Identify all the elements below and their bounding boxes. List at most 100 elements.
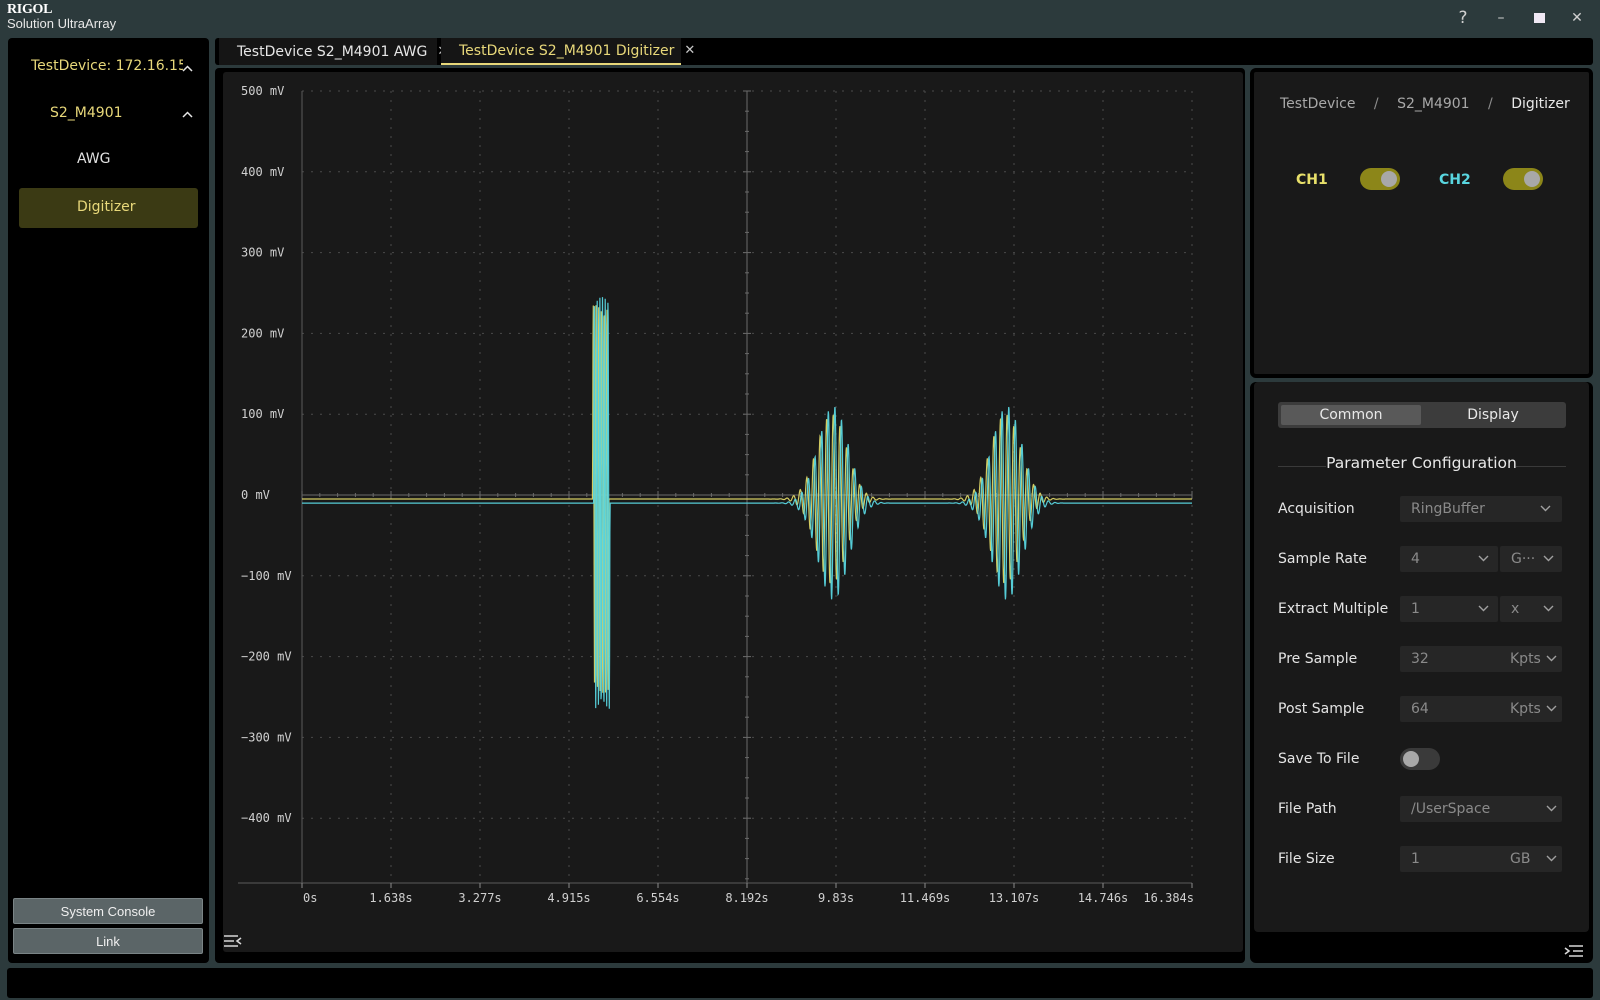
param-save-to-file: Save To File <box>1278 746 1568 772</box>
config-tabs: Common Display <box>1278 402 1566 428</box>
chevron-up-icon[interactable] <box>180 61 194 75</box>
file-size-input[interactable]: 1 GB <box>1400 846 1562 872</box>
breadcrumb-current: Digitizer <box>1511 96 1570 112</box>
app-brand: RIGOL Solution UltraArray <box>7 3 116 31</box>
field-value: 32 <box>1411 651 1429 667</box>
chevron-down-icon <box>1543 605 1554 612</box>
sidebar: TestDevice: 172.16.152 S2_M4901 AWG Digi… <box>8 38 209 963</box>
tab-awg[interactable]: TestDevice S2_M4901 AWG ✕ <box>219 38 448 65</box>
tab-display[interactable]: Display <box>1423 405 1563 425</box>
chevron-down-icon[interactable] <box>1546 705 1557 712</box>
sidebar-item-label: Digitizer <box>77 199 136 215</box>
sidebar-item-label: AWG <box>77 151 111 167</box>
param-pre-sample: Pre Sample 32 Kpts <box>1278 646 1568 672</box>
param-extract-multiple: Extract Multiple 1 x <box>1278 596 1568 622</box>
tab-digitizer[interactable]: TestDevice S2_M4901 Digitizer ✕ <box>441 38 695 65</box>
tab-label: TestDevice S2_M4901 AWG <box>237 43 428 60</box>
ch2-toggle[interactable] <box>1503 168 1543 190</box>
param-file-path: File Path /UserSpace <box>1278 796 1568 822</box>
x-tick-label: 8.192s <box>725 891 768 905</box>
field-unit: Kpts <box>1510 701 1541 717</box>
param-label: File Path <box>1278 801 1337 817</box>
param-label: File Size <box>1278 851 1335 867</box>
x-tick-label: 1.638s <box>369 891 412 905</box>
collapse-menu-icon[interactable] <box>223 933 243 949</box>
ch2-label: CH2 <box>1439 172 1471 188</box>
field-unit: Kpts <box>1510 651 1541 667</box>
param-acquisition: Acquisition RingBuffer <box>1278 496 1568 522</box>
sidebar-module-node[interactable]: S2_M4901 <box>8 98 209 128</box>
extract-multiple-unit-select[interactable]: x <box>1500 596 1562 622</box>
param-label: Sample Rate <box>1278 551 1368 567</box>
y-tick-label: −200 mV <box>241 650 292 664</box>
chevron-down-icon <box>1478 555 1489 562</box>
expand-menu-icon[interactable] <box>1564 943 1584 959</box>
tab-common[interactable]: Common <box>1281 405 1421 425</box>
field-value: 4 <box>1411 551 1420 567</box>
y-tick-label: −400 mV <box>241 811 292 825</box>
field-value: /UserSpace <box>1411 801 1491 817</box>
param-label: Extract Multiple <box>1278 601 1389 617</box>
help-icon[interactable]: ? <box>1444 0 1482 35</box>
y-tick-label: −100 mV <box>241 569 292 583</box>
brand-logo: RIGOL <box>7 2 53 17</box>
system-console-button[interactable]: System Console <box>13 898 203 924</box>
chevron-down-icon <box>1543 555 1554 562</box>
breadcrumb: TestDevice / S2_M4901 / Digitizer <box>1280 96 1570 112</box>
y-tick-label: 300 mV <box>241 246 284 260</box>
param-file-size: File Size 1 GB <box>1278 846 1568 872</box>
y-tick-label: 100 mV <box>241 407 284 421</box>
param-post-sample: Post Sample 64 Kpts <box>1278 696 1568 722</box>
sidebar-item-digitizer[interactable]: Digitizer <box>19 188 198 228</box>
chevron-down-icon[interactable] <box>1546 855 1557 862</box>
ch1-toggle[interactable] <box>1360 168 1400 190</box>
x-tick-label: 9.83s <box>818 891 854 905</box>
x-tick-label: 11.469s <box>900 891 951 905</box>
close-tab-icon[interactable]: ✕ <box>684 43 695 58</box>
sidebar-item-awg[interactable]: AWG <box>19 142 198 176</box>
tab-bar: TestDevice S2_M4901 AWG ✕ TestDevice S2_… <box>215 38 1593 65</box>
chevron-up-icon[interactable] <box>180 107 194 121</box>
sample-rate-unit-select[interactable]: G··· <box>1500 546 1562 572</box>
breadcrumb-item[interactable]: S2_M4901 <box>1397 96 1470 112</box>
post-sample-input[interactable]: 64 Kpts <box>1400 696 1562 722</box>
minimize-icon[interactable]: – <box>1482 0 1520 35</box>
pre-sample-input[interactable]: 32 Kpts <box>1400 646 1562 672</box>
module-label: S2_M4901 <box>50 105 123 121</box>
chevron-down-icon <box>1546 805 1557 812</box>
x-tick-label: 6.554s <box>636 891 679 905</box>
file-path-select[interactable]: /UserSpace <box>1400 796 1562 822</box>
chevron-down-icon[interactable] <box>1546 655 1557 662</box>
y-tick-label: −300 mV <box>241 730 292 744</box>
y-tick-label: 200 mV <box>241 326 284 340</box>
y-tick-label: 500 mV <box>241 84 284 98</box>
breadcrumb-separator: / <box>1488 96 1493 112</box>
divider <box>1516 466 1566 467</box>
x-tick-label: 0s <box>303 891 317 905</box>
breadcrumb-item[interactable]: TestDevice <box>1280 96 1355 112</box>
field-unit: GB <box>1510 851 1531 867</box>
x-tick-label: 14.746s <box>1078 891 1129 905</box>
link-button[interactable]: Link <box>13 928 203 954</box>
section-title: Parameter Configuration <box>1326 454 1517 472</box>
chevron-down-icon <box>1478 605 1489 612</box>
status-bar <box>7 968 1593 998</box>
close-icon[interactable]: ✕ <box>1558 0 1596 35</box>
sample-rate-select[interactable]: 4 <box>1400 546 1498 572</box>
sidebar-device-node[interactable]: TestDevice: 172.16.152 <box>8 52 209 82</box>
device-label: TestDevice: 172.16.152 <box>31 58 183 74</box>
y-tick-label: 400 mV <box>241 165 284 179</box>
field-value: 64 <box>1411 701 1429 717</box>
maximize-icon[interactable] <box>1520 0 1558 35</box>
app-subtitle: Solution UltraArray <box>7 16 117 31</box>
x-tick-label: 3.277s <box>458 891 501 905</box>
acquisition-select[interactable]: RingBuffer <box>1400 496 1562 522</box>
extract-multiple-select[interactable]: 1 <box>1400 596 1498 622</box>
param-label: Post Sample <box>1278 701 1365 717</box>
tab-label: TestDevice S2_M4901 Digitizer <box>459 42 675 59</box>
field-value: 1 <box>1411 601 1420 617</box>
waveform-chart[interactable]: 500 mV 400 mV 300 mV 200 mV 100 mV 0 mV −100 m… <box>215 68 1245 963</box>
save-to-file-toggle[interactable] <box>1400 748 1440 770</box>
field-value: 1 <box>1411 851 1420 867</box>
device-panel: TestDevice / S2_M4901 / Digitizer CH1 CH… <box>1250 68 1593 378</box>
